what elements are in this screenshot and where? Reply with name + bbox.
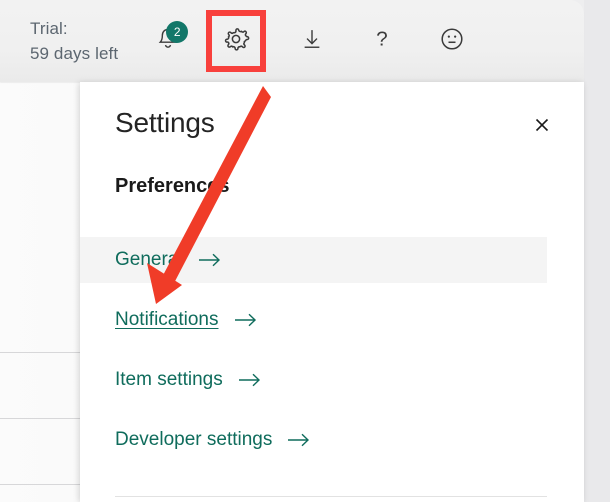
trial-days-left: 59 days left [30, 44, 119, 63]
feedback-button[interactable] [428, 17, 476, 65]
trial-status: Trial: 59 days left [30, 16, 118, 66]
section-heading-preferences: Preferences [115, 175, 230, 197]
page-title: Settings [115, 107, 215, 138]
settings-item-developer-settings[interactable]: Developer settings [80, 417, 547, 463]
notification-badge: 2 [166, 21, 189, 43]
close-button[interactable] [526, 110, 558, 142]
download-button[interactable] [288, 17, 336, 65]
settings-menu-list: General Notifications Item settings Deve… [80, 237, 584, 463]
close-icon [532, 115, 552, 138]
gear-icon [222, 25, 250, 58]
settings-item-general[interactable]: General [80, 237, 547, 283]
arrow-right-icon [286, 431, 312, 449]
settings-item-item-settings[interactable]: Item settings [80, 357, 547, 403]
question-mark-icon: ? [369, 26, 395, 57]
trial-label: Trial: [30, 19, 68, 38]
smiley-face-icon [438, 25, 466, 58]
arrow-right-icon [197, 251, 223, 269]
settings-button[interactable] [206, 10, 267, 72]
settings-flyout-panel: Settings Preferences General Notificatio… [80, 82, 584, 502]
app-header-bar: Trial: 59 days left 2 ? [0, 0, 584, 82]
settings-item-label: General [115, 249, 183, 270]
flyout-divider [115, 496, 547, 497]
settings-item-label: Item settings [115, 369, 223, 390]
download-icon [299, 26, 325, 57]
settings-item-label: Developer settings [115, 429, 273, 450]
arrow-right-icon [233, 311, 259, 329]
arrow-right-icon [237, 371, 263, 389]
svg-text:?: ? [376, 27, 387, 50]
settings-item-notifications[interactable]: Notifications [80, 297, 547, 343]
help-button[interactable]: ? [358, 17, 406, 65]
settings-item-label: Notifications [115, 309, 219, 330]
notifications-button[interactable]: 2 [144, 17, 192, 65]
